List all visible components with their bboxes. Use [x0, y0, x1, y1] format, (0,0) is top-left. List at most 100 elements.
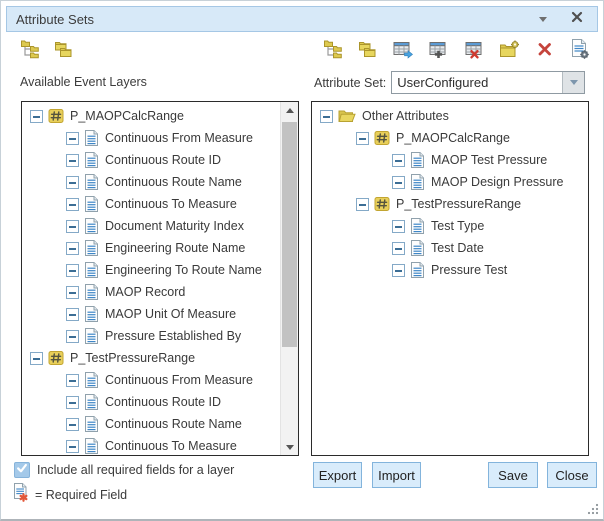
collapse-toggle[interactable]: [66, 176, 79, 189]
collapse-toggle[interactable]: [66, 418, 79, 431]
doc-gear-icon: [571, 39, 590, 59]
tree-item[interactable]: P_MAOPCalcRange: [312, 127, 586, 149]
collapse-toggle[interactable]: [392, 176, 405, 189]
collapse-toggle[interactable]: [66, 198, 79, 211]
export-button[interactable]: Export: [313, 462, 362, 488]
delete-button[interactable]: [532, 38, 554, 60]
tree-item-label: MAOP Record: [105, 285, 185, 299]
field-icon: [84, 284, 99, 301]
tree-item[interactable]: Test Date: [312, 237, 586, 259]
tree-item[interactable]: Continuous Route ID: [22, 149, 280, 171]
new-attribute-set-button[interactable]: [496, 38, 518, 60]
tree-item[interactable]: MAOP Record: [22, 281, 280, 303]
scroll-down-button[interactable]: [281, 439, 298, 455]
collapse-toggle[interactable]: [320, 110, 333, 123]
vertical-scrollbar[interactable]: [280, 102, 298, 455]
collapse-toggle[interactable]: [356, 132, 369, 145]
field-icon: [84, 152, 99, 169]
dialog-titlebar: Attribute Sets: [6, 6, 598, 32]
field-icon: [84, 372, 99, 389]
tree-item-label: Continuous Route Name: [105, 417, 242, 431]
tree-item[interactable]: Continuous From Measure: [22, 369, 280, 391]
include-required-checkbox[interactable]: [14, 462, 30, 478]
field-icon: [84, 306, 99, 323]
event-layer-icon: [374, 130, 390, 146]
collapse-toggle[interactable]: [66, 330, 79, 343]
tree-item[interactable]: Continuous Route Name: [22, 413, 280, 435]
collapse-button[interactable]: [532, 8, 554, 30]
folder-stack-button[interactable]: [50, 38, 72, 60]
tree-item[interactable]: P_MAOPCalcRange: [22, 105, 280, 127]
collapse-toggle[interactable]: [356, 198, 369, 211]
tree-item-label: MAOP Test Pressure: [431, 153, 547, 167]
tree-item[interactable]: Continuous Route Name: [22, 171, 280, 193]
tree-item[interactable]: Pressure Test: [312, 259, 586, 281]
right-toolbar: [319, 38, 589, 60]
tree-item-label: Other Attributes: [362, 109, 449, 123]
collapse-toggle[interactable]: [392, 242, 405, 255]
scroll-up-button[interactable]: [281, 102, 298, 118]
triangle-down-icon: [286, 445, 294, 450]
collapse-toggle[interactable]: [30, 352, 43, 365]
tree-item[interactable]: MAOP Unit Of Measure: [22, 303, 280, 325]
tree-item[interactable]: Continuous From Measure: [22, 127, 280, 149]
folders-icon: [54, 41, 74, 58]
collapse-toggle[interactable]: [66, 220, 79, 233]
collapse-toggle[interactable]: [392, 264, 405, 277]
collapse-toggle[interactable]: [392, 154, 405, 167]
import-button[interactable]: Import: [372, 462, 421, 488]
collapse-toggle[interactable]: [392, 220, 405, 233]
table-x-icon: [464, 40, 485, 59]
attribute-tree-button[interactable]: [319, 38, 341, 60]
tree-item-label: Continuous To Measure: [105, 439, 237, 453]
tree-item[interactable]: Continuous To Measure: [22, 435, 280, 456]
collapse-toggle[interactable]: [30, 110, 43, 123]
tree-item-label: Continuous Route Name: [105, 175, 242, 189]
add-table-button[interactable]: [425, 38, 447, 60]
tree-item[interactable]: Engineering To Route Name: [22, 259, 280, 281]
folder-stack-button[interactable]: [354, 38, 376, 60]
tree-item[interactable]: Document Maturity Index: [22, 215, 280, 237]
collapse-toggle[interactable]: [66, 132, 79, 145]
collapse-toggle[interactable]: [66, 308, 79, 321]
tree-item[interactable]: MAOP Test Pressure: [312, 149, 586, 171]
attribute-set-combobox[interactable]: UserConfigured: [391, 71, 585, 94]
tree-item-label: Engineering To Route Name: [105, 263, 262, 277]
collapse-toggle[interactable]: [66, 374, 79, 387]
field-icon: [84, 416, 99, 433]
properties-button[interactable]: [567, 38, 589, 60]
combobox-dropdown-button[interactable]: [562, 72, 584, 93]
field-icon: [410, 218, 425, 235]
save-button[interactable]: Save: [488, 462, 538, 488]
scrollbar-thumb[interactable]: [282, 122, 297, 347]
collapse-toggle[interactable]: [66, 286, 79, 299]
tree-item[interactable]: Pressure Established By: [22, 325, 280, 347]
close-dialog-button[interactable]: Close: [547, 462, 597, 488]
collapse-toggle[interactable]: [66, 242, 79, 255]
field-icon: [84, 394, 99, 411]
tree-item[interactable]: MAOP Design Pressure: [312, 171, 586, 193]
tree-item-label: Continuous Route ID: [105, 153, 221, 167]
tree-item[interactable]: P_TestPressureRange: [22, 347, 280, 369]
field-icon: [84, 196, 99, 213]
resize-grip[interactable]: [587, 503, 599, 515]
tree-item[interactable]: Other Attributes: [312, 105, 586, 127]
tree-item[interactable]: Continuous To Measure: [22, 193, 280, 215]
collapse-toggle[interactable]: [66, 154, 79, 167]
tree-item[interactable]: Test Type: [312, 215, 586, 237]
close-button[interactable]: [566, 8, 588, 30]
tree-item[interactable]: Continuous Route ID: [22, 391, 280, 413]
collapse-toggle[interactable]: [66, 440, 79, 453]
tree-item-label: Document Maturity Index: [105, 219, 244, 233]
attribute-set-tree: Other Attributes P_MAOPCalcRange MAOP Test…: [312, 105, 586, 281]
tree-item[interactable]: P_TestPressureRange: [312, 193, 586, 215]
tree-item-label: Continuous From Measure: [105, 373, 253, 387]
include-required-label: Include all required fields for a layer: [37, 463, 234, 477]
tree-item-label: P_MAOPCalcRange: [396, 131, 510, 145]
tree-item[interactable]: Engineering Route Name: [22, 237, 280, 259]
remove-table-button[interactable]: [461, 38, 483, 60]
layer-tree-button[interactable]: [16, 38, 38, 60]
collapse-toggle[interactable]: [66, 264, 79, 277]
export-table-button[interactable]: [390, 38, 412, 60]
collapse-toggle[interactable]: [66, 396, 79, 409]
